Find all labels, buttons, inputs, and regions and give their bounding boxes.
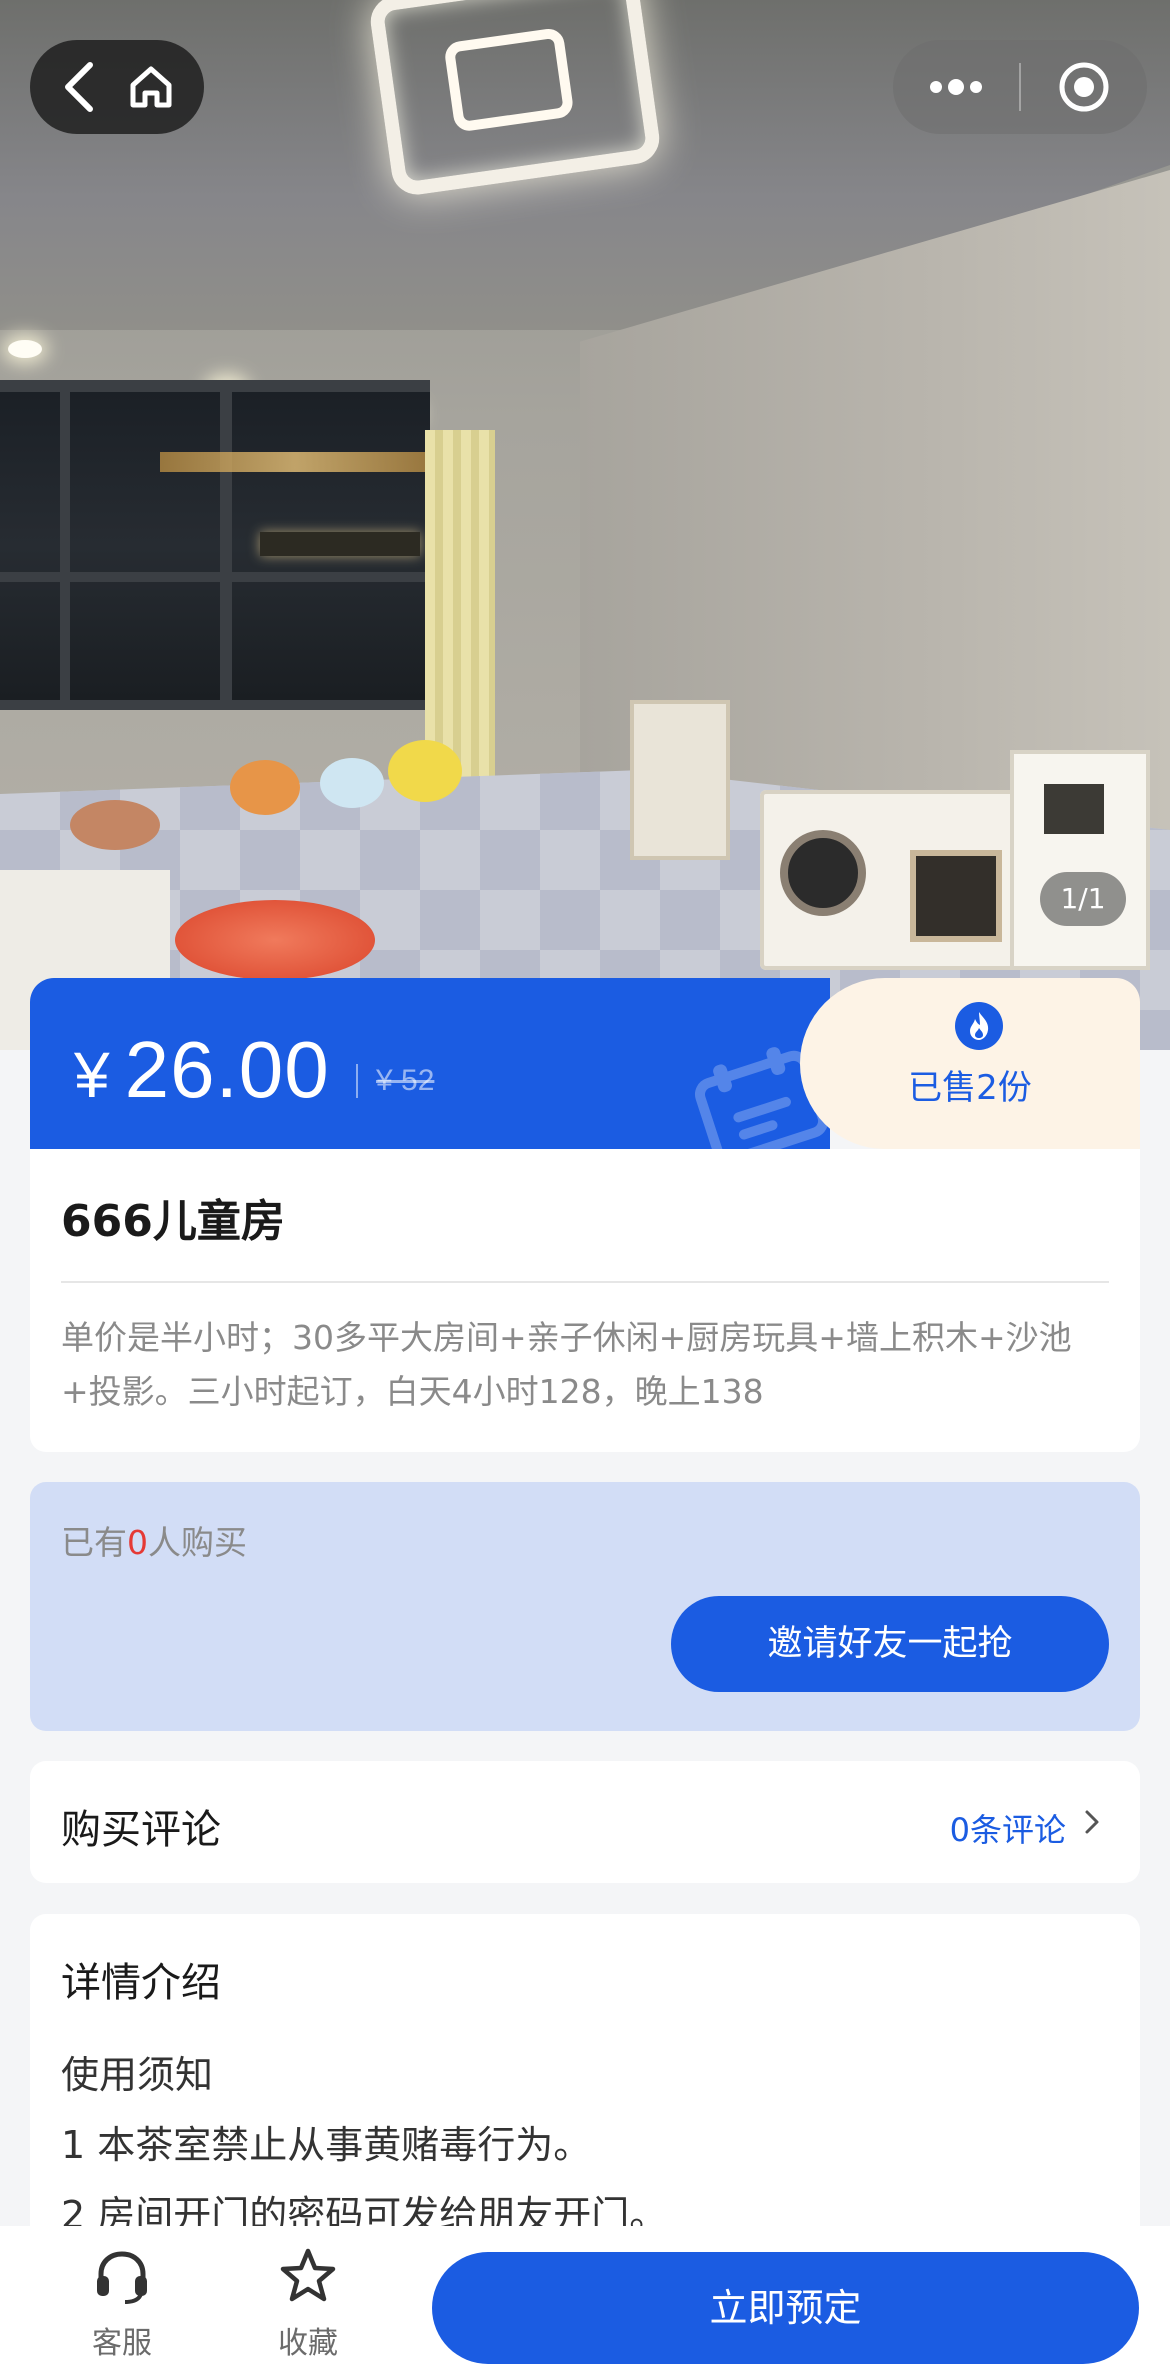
chevron-right-icon[interactable] [1078, 1807, 1106, 1837]
toy-fridge [1010, 750, 1150, 970]
divider [61, 1281, 1109, 1283]
star-icon [280, 2248, 336, 2302]
sold-count-badge: 已售2份 [800, 978, 1140, 1149]
book-now-button[interactable]: 立即预定 [432, 2252, 1139, 2364]
current-price: ¥26.00 [74, 1025, 330, 1114]
downlight [8, 340, 42, 358]
image-pager: 1/1 [1040, 872, 1126, 926]
home-icon[interactable] [127, 63, 175, 111]
details-line: 1 本茶室禁止从事黄赌毒行为。 [61, 2123, 592, 2167]
toy-pillow [320, 758, 384, 808]
reviews-count-link[interactable]: 0条评论 [950, 1805, 1066, 1851]
toy-pillow [388, 740, 462, 802]
customer-service-label: 客服 [92, 2326, 152, 2361]
bottom-action-bar: 客服 收藏 立即预定 [0, 2226, 1170, 2366]
details-title: 详情介绍 [61, 1960, 221, 2006]
favorite-label: 收藏 [278, 2326, 338, 2361]
reviews-row[interactable]: 购买评论 0条评论 [30, 1761, 1140, 1883]
toy-pillow [230, 760, 300, 815]
headset-icon [97, 2251, 147, 2304]
toy-rocker [70, 800, 160, 850]
price-separator [356, 1064, 358, 1098]
product-description: 单价是半小时；30多平大房间+亲子休闲+厨房玩具+墙上积木+沙池+投影。三小时起… [61, 1318, 1072, 1411]
price-banner: ¥26.00 ¥ 52 [30, 978, 830, 1149]
room-curtain [425, 430, 495, 790]
buyers-count-text: 已有0人购买 [61, 1523, 247, 1562]
favorite-tab[interactable]: 收藏 [248, 2246, 368, 2362]
details-body: 使用须知 1 本茶室禁止从事黄赌毒行为。 2 房间开门的密码可发给朋友开门。 [61, 2040, 667, 2250]
buyers-count: 0 [127, 1523, 148, 1562]
toy-shelf [630, 700, 730, 860]
buyers-card: 已有0人购买 邀请好友一起抢 [30, 1482, 1140, 1731]
chevron-left-icon[interactable] [60, 61, 100, 113]
product-title: 666儿童房 [61, 1196, 285, 1247]
details-line: 使用须知 [61, 2053, 214, 2097]
target-circle-icon[interactable] [1021, 40, 1147, 134]
invite-friends-button[interactable]: 邀请好友一起抢 [671, 1596, 1109, 1692]
nav-capsule [30, 40, 204, 134]
product-info-card: 666儿童房 单价是半小时；30多平大房间+亲子休闲+厨房玩具+墙上积木+沙池+… [30, 1149, 1140, 1452]
reviews-label: 购买评论 [61, 1807, 221, 1853]
toy-kitchen [760, 790, 1020, 970]
mini-program-capsule [893, 40, 1147, 134]
fire-icon [955, 1002, 1003, 1050]
flower-cushion [175, 900, 375, 980]
room-window [0, 380, 430, 710]
sold-text: 已售2份 [908, 1068, 1032, 1108]
product-image[interactable]: 1/1 [0, 0, 1170, 1050]
original-price: ¥ 52 [376, 1064, 435, 1097]
more-dots-icon[interactable] [893, 40, 1019, 134]
customer-service-tab[interactable]: 客服 [62, 2246, 182, 2362]
